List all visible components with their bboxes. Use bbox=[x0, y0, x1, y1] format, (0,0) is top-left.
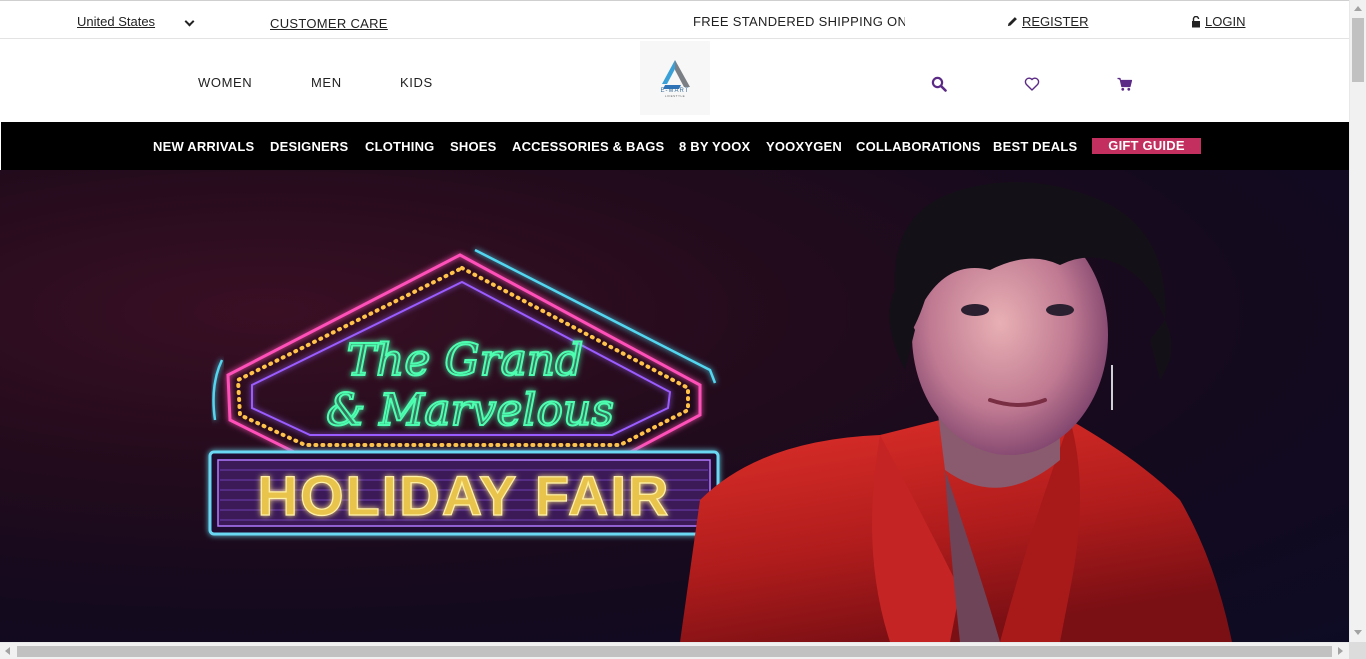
hero-banner[interactable]: The Grand & Marvelous HOLIDAY FAIR bbox=[0, 170, 1349, 642]
vertical-scrollbar[interactable] bbox=[1349, 0, 1366, 642]
login-label[interactable]: LOGIN bbox=[1205, 14, 1245, 29]
hero-sign-text: HOLIDAY FAIR bbox=[258, 464, 671, 527]
horizontal-scrollbar[interactable] bbox=[0, 642, 1349, 659]
hero-line2: & Marvelous bbox=[326, 385, 614, 436]
pencil-icon bbox=[1007, 17, 1017, 27]
nav-clothing[interactable]: CLOTHING bbox=[365, 139, 434, 154]
scroll-up-arrow-icon[interactable] bbox=[1354, 6, 1362, 11]
customer-care-link[interactable]: CUSTOMER CARE bbox=[270, 16, 388, 31]
horizontal-scroll-thumb[interactable] bbox=[17, 646, 1332, 657]
nav-shoes[interactable]: SHOES bbox=[450, 139, 497, 154]
nav-accessories-bags[interactable]: ACCESSORIES & BAGS bbox=[512, 139, 664, 154]
login-link[interactable]: LOGIN bbox=[1191, 14, 1245, 29]
nav-gift-guide[interactable]: GIFT GUIDE bbox=[1092, 138, 1201, 154]
page: United States CUSTOMER CARE FREE STANDER… bbox=[0, 0, 1366, 659]
scrollbar-corner bbox=[1349, 642, 1366, 659]
logo-tagline: LIFESTYLE bbox=[664, 94, 686, 98]
nav-designers[interactable]: DESIGNERS bbox=[270, 139, 348, 154]
chevron-down-icon[interactable] bbox=[184, 16, 195, 27]
country-selector[interactable]: United States bbox=[77, 14, 155, 29]
hero-artwork: The Grand & Marvelous HOLIDAY FAIR bbox=[208, 182, 1232, 642]
country-label[interactable]: United States bbox=[77, 14, 155, 29]
scroll-left-arrow-icon[interactable] bbox=[5, 647, 10, 655]
top-utility-bar: United States CUSTOMER CARE FREE STANDER… bbox=[0, 0, 1349, 39]
cart-icon[interactable] bbox=[1117, 76, 1133, 92]
main-header: WOMEN MEN KIDS E-MART LIFESTYLE bbox=[0, 39, 1349, 123]
logo-mark-icon bbox=[662, 60, 690, 89]
lock-icon bbox=[1192, 15, 1200, 27]
nav-women[interactable]: WOMEN bbox=[198, 75, 252, 90]
register-link[interactable]: REGISTER bbox=[1007, 14, 1088, 29]
scroll-right-arrow-icon[interactable] bbox=[1338, 647, 1343, 655]
nav-8-by-yoox[interactable]: 8 BY YOOX bbox=[679, 139, 750, 154]
wishlist-heart-icon[interactable] bbox=[1024, 76, 1040, 92]
site-logo[interactable]: E-MART LIFESTYLE bbox=[640, 41, 710, 115]
hero-line1: The Grand bbox=[347, 335, 584, 386]
search-icon[interactable] bbox=[931, 76, 947, 92]
nav-new-arrivals[interactable]: NEW ARRIVALS bbox=[153, 139, 254, 154]
scroll-down-arrow-icon[interactable] bbox=[1354, 630, 1362, 635]
register-label[interactable]: REGISTER bbox=[1022, 14, 1088, 29]
nav-best-deals[interactable]: BEST DEALS bbox=[993, 139, 1077, 154]
vertical-scroll-thumb[interactable] bbox=[1352, 18, 1364, 82]
nav-yooxygen[interactable]: YOOXYGEN bbox=[766, 139, 842, 154]
nav-collaborations[interactable]: COLLABORATIONS bbox=[856, 139, 981, 154]
nav-kids[interactable]: KIDS bbox=[400, 75, 433, 90]
shipping-banner: FREE STANDERED SHIPPING ON bbox=[693, 14, 905, 29]
category-nav: NEW ARRIVALS DESIGNERS CLOTHING SHOES AC… bbox=[1, 122, 1349, 170]
nav-men[interactable]: MEN bbox=[311, 75, 342, 90]
